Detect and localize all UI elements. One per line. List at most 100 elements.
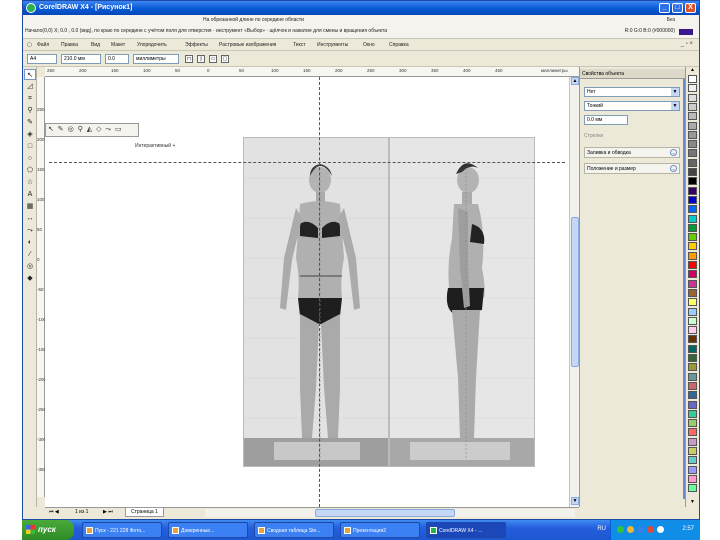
zoom-tool-icon[interactable]: ⚲	[24, 105, 36, 116]
fill-tool-icon[interactable]: ◆	[24, 273, 36, 284]
lock-icon[interactable]: ⊓	[185, 55, 193, 63]
palette-down-icon[interactable]: ▼	[688, 499, 697, 505]
color-swatch[interactable]	[688, 84, 697, 93]
vertical-scrollbar[interactable]: ▲ ▼	[569, 77, 579, 507]
color-swatch[interactable]	[688, 400, 697, 409]
basic-shapes-icon[interactable]: ☆	[24, 177, 36, 188]
start-button[interactable]: пуск	[22, 520, 74, 540]
horizontal-scroll-thumb[interactable]	[315, 509, 455, 517]
color-swatch[interactable]	[688, 93, 697, 102]
vertical-scroll-thumb[interactable]	[571, 217, 579, 367]
taskbar-item[interactable]: Сводная таблица Ste...	[254, 522, 334, 538]
table-tool-icon[interactable]: ▦	[24, 201, 36, 212]
color-swatch[interactable]	[688, 186, 697, 195]
color-swatch[interactable]	[688, 242, 697, 251]
color-swatch[interactable]	[688, 344, 697, 353]
network-icon[interactable]	[617, 526, 624, 533]
taskbar-item[interactable]: Пуск - 221 228 Фото...	[82, 522, 162, 538]
pick-tool-icon[interactable]: ↖	[24, 69, 36, 80]
color-swatch[interactable]	[688, 223, 697, 232]
expand-icon[interactable]: ⌄	[670, 149, 677, 156]
landscape-icon[interactable]: ▭	[209, 55, 217, 63]
color-swatch[interactable]	[688, 326, 697, 335]
color-swatch[interactable]	[688, 428, 697, 437]
minimize-button[interactable]: _	[659, 3, 670, 13]
paper-preset-field[interactable]: A4	[27, 54, 57, 64]
side-view-photo[interactable]	[389, 137, 535, 467]
menu-view[interactable]: Вид	[91, 42, 100, 48]
menu-layout[interactable]: Макет	[111, 42, 125, 48]
maximize-button[interactable]: □	[672, 3, 683, 13]
menu-arrange[interactable]: Упорядочить	[137, 42, 167, 48]
color-swatch[interactable]	[688, 177, 697, 186]
interactive-toolbar[interactable]: ↖ ✎ ◎ ⚲ ◭ ◇ ⤳ ▭	[45, 123, 139, 137]
palette-up-icon[interactable]: ▲	[688, 67, 697, 73]
ruler-corner[interactable]	[37, 67, 45, 77]
color-swatch[interactable]	[688, 335, 697, 344]
text-tool-icon[interactable]: A	[24, 189, 36, 200]
angle-field[interactable]: 0.0	[105, 54, 129, 64]
taskbar-item[interactable]: Презентация2	[340, 522, 420, 538]
security-icon[interactable]	[627, 526, 634, 533]
page-icon[interactable]: ▢	[221, 55, 229, 63]
chevron-down-icon[interactable]: ▼	[671, 88, 679, 96]
menu-help[interactable]: Справка	[389, 42, 409, 48]
color-swatch[interactable]	[688, 205, 697, 214]
color-swatch[interactable]	[688, 372, 697, 381]
color-swatch[interactable]	[688, 168, 697, 176]
dimension-tool-icon[interactable]: ↔	[24, 213, 36, 224]
position-size-section[interactable]: Положение и размер ⌄	[584, 163, 680, 174]
horizontal-scrollbar[interactable]	[205, 509, 575, 517]
menu-tools[interactable]: Инструменты	[317, 42, 348, 48]
page-nav-next-icon[interactable]: ▶ ⏭	[103, 509, 113, 515]
color-swatch[interactable]	[688, 465, 697, 474]
color-swatch[interactable]	[688, 456, 697, 465]
language-indicator[interactable]: RU	[597, 526, 606, 532]
color-swatch[interactable]	[688, 354, 697, 362]
color-swatch[interactable]	[688, 75, 697, 83]
ellipse-tool-icon[interactable]: ○	[24, 153, 36, 164]
color-swatch[interactable]	[688, 214, 697, 223]
color-swatch[interactable]	[688, 316, 697, 325]
expand-icon[interactable]: ⌄	[670, 165, 677, 172]
doc-window-controls[interactable]: _ ▫ ×	[681, 41, 693, 47]
color-swatch[interactable]	[688, 149, 697, 158]
color-swatch[interactable]	[688, 307, 697, 316]
taskbar-item[interactable]: Доверенные...	[168, 522, 248, 538]
shape-tool-icon[interactable]: ◿	[24, 81, 36, 92]
color-swatch[interactable]	[688, 447, 697, 455]
horizontal-ruler[interactable]: 250 200 150 100 50 0 50 100 150 200 250 …	[45, 67, 579, 77]
color-swatch[interactable]	[688, 195, 697, 204]
color-swatch[interactable]	[688, 381, 697, 390]
color-swatch[interactable]	[688, 419, 697, 428]
color-swatch[interactable]	[688, 409, 697, 418]
scroll-down-icon[interactable]: ▼	[571, 497, 579, 505]
menu-bitmaps[interactable]: Растровые изображения	[219, 42, 276, 48]
smart-fill-tool-icon[interactable]: ◈	[24, 129, 36, 140]
vertical-ruler[interactable]: 250 200 150 100 50 0 -50 -100 -150 -200 …	[37, 77, 46, 497]
units-field[interactable]: миллиметры	[133, 54, 179, 64]
fill-outline-section[interactable]: Заливка и обводка ⌄	[584, 147, 680, 158]
menu-edit[interactable]: Правка	[61, 42, 78, 48]
polygon-tool-icon[interactable]: ⬠	[24, 165, 36, 176]
crop-tool-icon[interactable]: ⌗	[24, 93, 36, 104]
blend-tool-icon[interactable]: ◐	[24, 237, 36, 248]
color-swatch[interactable]	[688, 121, 697, 130]
page-tab-1[interactable]: Страница 1	[125, 508, 164, 517]
color-swatch[interactable]	[688, 158, 697, 167]
freehand-tool-icon[interactable]: ✎	[24, 117, 36, 128]
antivirus-icon[interactable]	[647, 526, 654, 533]
color-swatch[interactable]	[688, 298, 697, 307]
taskbar-item-active[interactable]: CorelDRAW X4 - ...	[426, 522, 506, 538]
color-swatch[interactable]	[688, 130, 697, 139]
outline-width-select[interactable]: Тонкий ▼	[584, 101, 680, 111]
color-swatch[interactable]	[688, 437, 697, 446]
color-swatch[interactable]	[688, 112, 697, 121]
page-width-field[interactable]: 210.0 мм	[61, 54, 101, 64]
color-swatch[interactable]	[688, 279, 697, 288]
color-swatch[interactable]	[688, 261, 697, 269]
front-view-photo[interactable]	[243, 137, 389, 467]
portrait-icon[interactable]: ▯	[197, 55, 205, 63]
color-swatch[interactable]	[688, 140, 697, 149]
close-button[interactable]: X	[685, 3, 696, 13]
